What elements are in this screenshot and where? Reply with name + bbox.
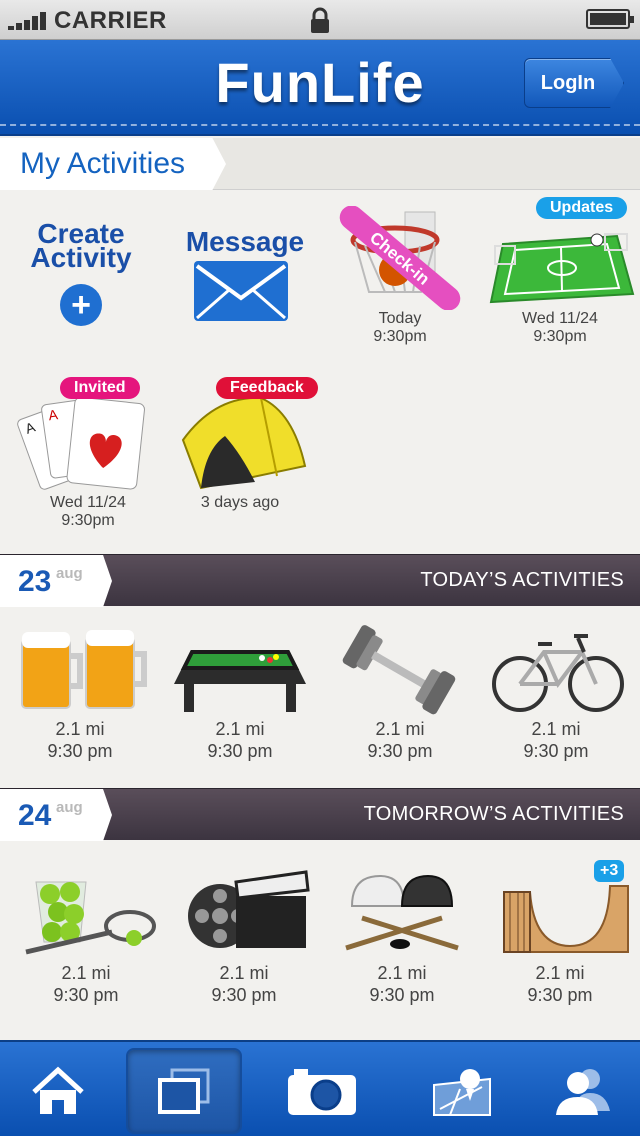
activity-date: Wed 11/24 [522,310,598,327]
more-badge[interactable]: +3 [594,860,625,882]
activity-item[interactable]: 2.1 mi 9:30 pm [322,862,482,1006]
activity-time: 9:30pm [373,328,427,345]
activity-distance: 2.1 mi [535,963,585,983]
basketball-hoop-icon: Check-in [339,206,461,310]
activity-time: 9:30 pm [369,985,435,1005]
activity-time: 9:30pm [61,512,115,529]
pool-table-icon [174,650,306,712]
create-label-line2: Activity [30,242,132,273]
hockey-gear-icon [345,874,459,951]
activity-item[interactable]: 2.1 mi 9:30 pm [164,862,324,1006]
updates-badge: Updates [536,197,628,219]
film-reel-icon [188,870,310,948]
my-activities-header: My Activities [0,138,640,190]
activity-distance: 2.1 mi [61,963,111,983]
envelope-icon[interactable] [193,260,289,322]
lock-icon [311,7,329,33]
activity-item[interactable]: 2.1 mi 9:30 pm [476,618,636,762]
profile-icon [556,1069,610,1115]
playing-cards-icon: A A [17,396,145,490]
section-title: My Activities [0,138,226,190]
tab-home[interactable] [0,1048,116,1134]
camera-icon [288,1069,356,1115]
tennis-balls-icon [25,881,156,955]
day-month: aug [56,565,83,582]
section-title: TOMORROW’S ACTIVITIES [363,803,624,825]
activity-time: 9:30 pm [53,985,119,1005]
feedback-badge: Feedback [216,377,318,399]
invited-badge: Invited [60,377,140,399]
activity-distance: 2.1 mi [55,719,105,739]
photos-icon [158,1068,210,1114]
activity-item[interactable]: 2.1 mi 9:30 pm [480,862,640,1006]
battery-icon [586,9,634,29]
activity-item[interactable]: Check-in Today 9:30pm [320,206,480,346]
activity-distance: 2.1 mi [531,719,581,739]
carrier-label: CARRIER [54,7,167,34]
tomorrow-header: 24 aug TOMORROW’S ACTIVITIES [0,788,640,841]
activity-distance: 2.1 mi [215,719,265,739]
tab-map[interactable] [404,1048,520,1134]
activity-date: 3 days ago [200,494,280,511]
map-icon [433,1069,491,1116]
activity-item[interactable]: 2.1 mi 9:30 pm [320,618,480,762]
today-header: 23 aug TODAY’S ACTIVITIES [0,554,640,607]
section-title: TODAY’S ACTIVITIES [420,569,624,591]
activity-time: 9:30 pm [523,741,589,761]
plus-icon[interactable]: + [60,284,102,326]
day-number: 23 [18,565,52,598]
signal-icon [8,12,48,30]
tab-photos[interactable] [126,1048,242,1134]
bicycle-icon [492,634,624,712]
tab-camera[interactable] [264,1048,380,1134]
tab-profile[interactable] [524,1048,640,1134]
activity-time: 9:30 pm [47,741,113,761]
day-month: aug [56,799,83,816]
activity-time: 9:30pm [533,328,587,345]
activity-item[interactable]: Wed 11/24 9:30pm [480,206,640,346]
activity-date: Wed 11/24 [50,494,126,511]
activity-distance: 2.1 mi [219,963,269,983]
activity-distance: 2.1 mi [377,963,427,983]
activity-distance: 2.1 mi [375,719,425,739]
beer-mugs-icon [21,630,147,709]
activity-time: 9:30 pm [527,985,593,1005]
tent-icon [181,396,307,490]
activity-item[interactable]: 2.1 mi 9:30 pm [0,618,160,762]
activity-time: 9:30 pm [207,741,273,761]
create-activity-button[interactable]: Create Activity [18,220,144,273]
soccer-field-icon [489,233,635,304]
activity-item[interactable]: 2.1 mi 9:30 pm [6,862,166,1006]
activity-item[interactable]: 2.1 mi 9:30 pm [160,618,320,762]
activity-item[interactable]: A A Wed 11/24 9:30pm [8,390,168,530]
status-bar: CARRIER [0,0,640,40]
home-icon [32,1066,84,1114]
activity-time: 9:30 pm [367,741,433,761]
activity-time: 9:30 pm [211,985,277,1005]
message-label[interactable]: Message [182,226,308,258]
day-number: 24 [18,799,52,832]
activity-item[interactable]: 3 days ago [160,390,320,512]
app-header: FunLife LogIn [0,40,640,136]
login-button[interactable]: LogIn [524,58,624,108]
dumbbell-icon [342,625,456,715]
tab-bar [0,1040,640,1136]
activity-date: Today [378,310,422,327]
